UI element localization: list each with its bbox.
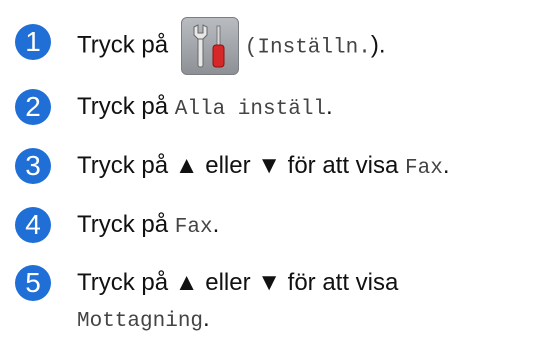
step-1-prefix: Tryck på [77,31,169,59]
step-5: 5 Tryck på ▲ eller ▼ för att visa Mottag… [0,262,543,352]
step-4: 4 Tryck på Fax. [0,204,543,244]
step-2: 2 Tryck på Alla inställ. [0,86,543,126]
step-4-suffix: . [212,211,220,238]
fax-menu-label: Fax [174,216,213,239]
settings-tools-icon[interactable] [180,17,239,75]
step-number-2: 2 [15,89,51,125]
step-number-5: 5 [15,265,51,301]
fax-label: Fax [405,157,443,180]
settings-label: (Inställn. [244,36,371,60]
step-number-1: 1 [15,24,51,60]
step-5-prefix: Tryck på ▲ eller ▼ för att visa [77,269,399,296]
step-4-prefix: Tryck på [77,211,169,238]
all-settings-label: Alla inställ [174,98,327,121]
step-3-prefix: Tryck på ▲ eller ▼ för att visa [77,152,399,179]
step-2-prefix: Tryck på [77,93,169,120]
step-3-text: Tryck på ▲ eller ▼ för att visa Fax. [77,151,450,184]
step-4-text: Tryck på Fax. [77,210,219,243]
step-1: 1 Tryck på (Inställn.). [0,10,543,75]
step-5-text-line-2: Mottagning. [77,304,210,337]
step-number-3: 3 [15,148,51,184]
step-2-suffix: . [326,93,333,120]
step-number-4: 4 [15,207,51,243]
reception-label: Mottagning [77,310,204,333]
step-5-text: Tryck på ▲ eller ▼ för att visa [77,268,398,298]
step-1-suffix: ). [370,31,386,59]
step-3: 3 Tryck på ▲ eller ▼ för att visa Fax. [0,145,543,185]
step-5-suffix: . [203,305,210,332]
step-3-suffix: . [442,152,450,179]
step-1-text: Tryck på (Inställn.). [77,17,386,75]
step-2-text: Tryck på Alla inställ. [77,92,333,125]
